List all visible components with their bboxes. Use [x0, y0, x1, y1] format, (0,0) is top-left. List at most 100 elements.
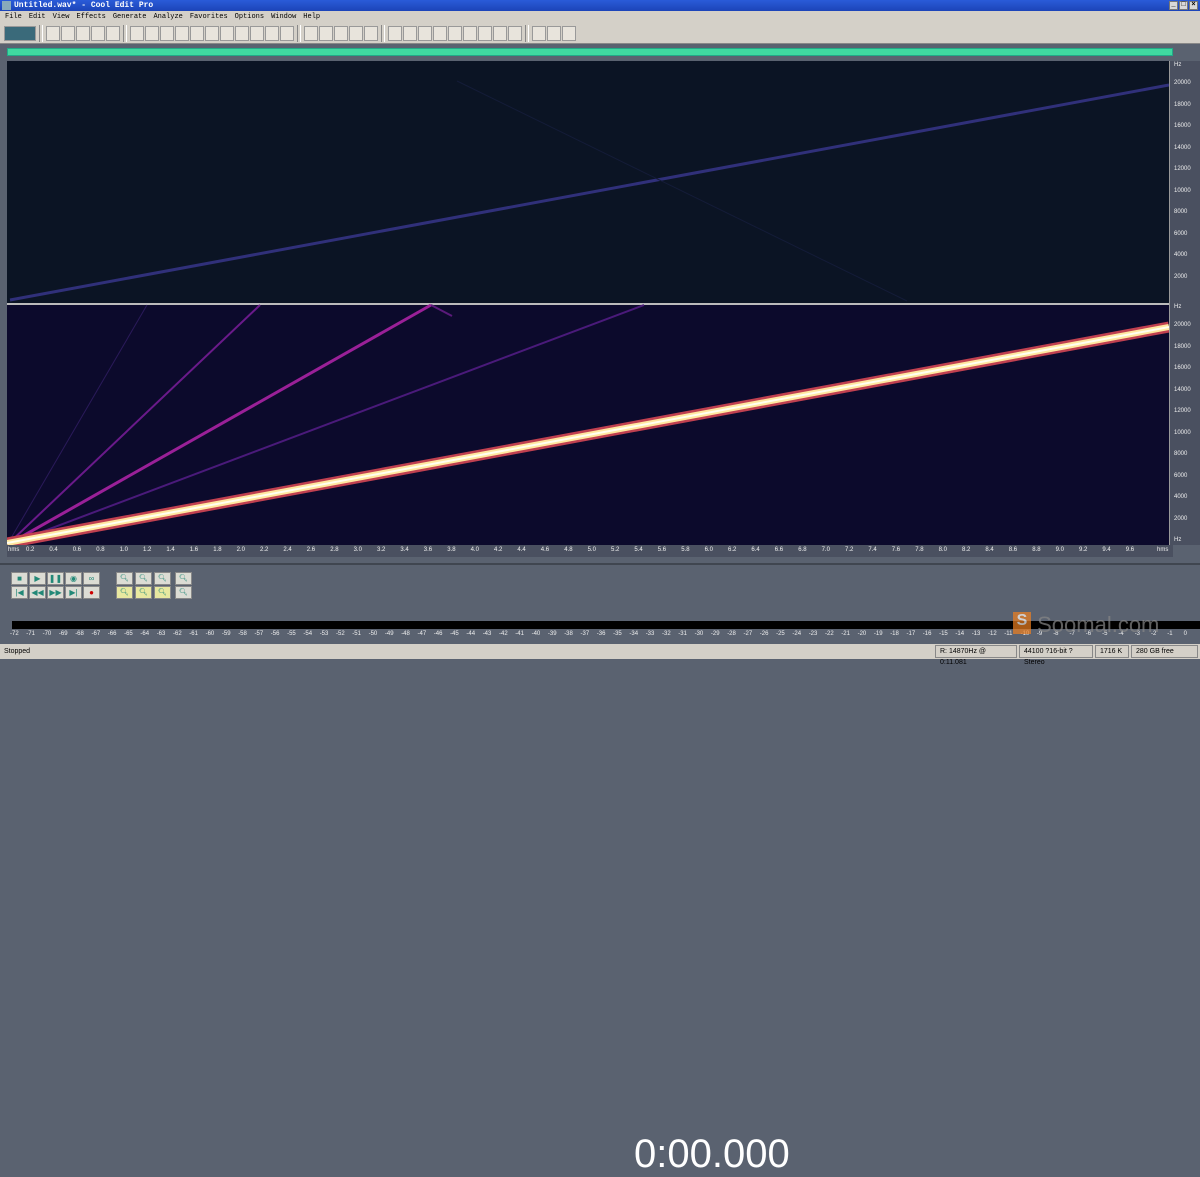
- time-ruler[interactable]: hms hms 0.2 0.4 0.6 0.8 1.0 1.2 1.4 1.6 1.8 2.0 2.2 2…: [7, 545, 1173, 557]
- play-from-cursor-button[interactable]: ◉: [65, 572, 82, 585]
- settings-icon[interactable]: [532, 25, 546, 41]
- meter-label: -68: [75, 631, 84, 637]
- repeat-icon[interactable]: [160, 25, 174, 41]
- menu-bar: File Edit View Effects Generate Analyze Favori…: [0, 11, 1200, 23]
- status-icon[interactable]: [508, 25, 522, 41]
- time-label: 6.2: [728, 547, 737, 553]
- zoom-full-button[interactable]: 🔍︎: [154, 572, 171, 585]
- marker-icon[interactable]: [319, 25, 333, 41]
- frequency-label: 6000: [1174, 472, 1188, 479]
- play-list-icon[interactable]: [364, 25, 378, 41]
- redo-icon[interactable]: [145, 25, 159, 41]
- fast-forward-button[interactable]: ▶▶: [47, 586, 64, 599]
- zoom-out-button[interactable]: 🔍︎: [135, 572, 152, 585]
- menu-help[interactable]: Help: [303, 11, 320, 23]
- stop-button[interactable]: ■: [11, 572, 28, 585]
- copy-icon[interactable]: [175, 25, 189, 41]
- zoom-in-right-button[interactable]: 🔍︎: [135, 586, 152, 599]
- menu-analyze[interactable]: Analyze: [153, 11, 182, 23]
- meter-label: -66: [107, 631, 117, 637]
- frequency-label: 18000: [1174, 343, 1191, 350]
- time-display-icon[interactable]: [478, 25, 492, 41]
- menu-options[interactable]: Options: [235, 11, 264, 23]
- app-icon: [2, 1, 11, 10]
- undo-icon[interactable]: [130, 25, 144, 41]
- trim-icon[interactable]: [265, 25, 279, 41]
- go-end-button[interactable]: ▶|: [65, 586, 82, 599]
- info-icon[interactable]: [388, 25, 402, 41]
- meter-label: -35: [613, 631, 622, 637]
- go-start-button[interactable]: |◀: [11, 586, 28, 599]
- loop-button[interactable]: ∞: [83, 572, 100, 585]
- channel-divider[interactable]: [7, 303, 1169, 305]
- time-label: 0.2: [26, 547, 35, 553]
- zoom-vertical-out-button[interactable]: 🔍︎: [175, 586, 192, 599]
- meter-label: -46: [433, 631, 443, 637]
- copy-new-icon[interactable]: [190, 25, 204, 41]
- meter-label: -11: [1004, 631, 1013, 637]
- record-button[interactable]: ●: [83, 586, 100, 599]
- meter-label: -34: [629, 631, 639, 637]
- spectral-view[interactable]: [7, 61, 1169, 545]
- menu-generate[interactable]: Generate: [113, 11, 147, 23]
- menu-view[interactable]: View: [53, 11, 70, 23]
- zoom-vertical-in-button[interactable]: 🔍︎: [175, 572, 192, 585]
- play-cursor-icon[interactable]: [433, 25, 447, 41]
- minimize-button[interactable]: _: [1169, 1, 1178, 10]
- transport-icon[interactable]: [493, 25, 507, 41]
- time-window-icon[interactable]: [349, 25, 363, 41]
- meter-label: -49: [384, 631, 394, 637]
- menu-file[interactable]: File: [5, 11, 22, 23]
- time-label: 2.2: [260, 547, 269, 553]
- level-bar-icon[interactable]: [463, 25, 477, 41]
- cut-icon[interactable]: [205, 25, 219, 41]
- frequency-analysis-icon[interactable]: [403, 25, 417, 41]
- mix-paste-icon[interactable]: [250, 25, 264, 41]
- status-state: Stopped: [4, 648, 31, 655]
- close-icon[interactable]: [106, 25, 120, 41]
- time-label: 6.6: [774, 547, 784, 553]
- meter-label: -54: [303, 631, 313, 637]
- maximize-button[interactable]: □: [1179, 1, 1188, 10]
- new-icon[interactable]: [46, 25, 60, 41]
- cue-icon[interactable]: [334, 25, 348, 41]
- menu-favorites[interactable]: Favorites: [190, 11, 228, 23]
- menu-effects[interactable]: Effects: [76, 11, 105, 23]
- meter-label: -1: [1167, 631, 1173, 637]
- save-icon[interactable]: [76, 25, 90, 41]
- meter-label: -52: [336, 631, 345, 637]
- meter-label: -20: [857, 631, 867, 637]
- play-button[interactable]: ▶: [29, 572, 46, 585]
- time-label: 7.2: [845, 547, 854, 553]
- time-label: 9.4: [1102, 547, 1111, 553]
- zoom-icon[interactable]: [448, 25, 462, 41]
- paste-icon[interactable]: [220, 25, 234, 41]
- phase-icon[interactable]: [418, 25, 432, 41]
- menu-edit[interactable]: Edit: [29, 11, 46, 23]
- time-label: 2.8: [330, 547, 339, 553]
- zoom-selection-button[interactable]: 🔍︎: [154, 586, 171, 599]
- meter-label: -30: [694, 631, 704, 637]
- zoom-in-button[interactable]: 🔍︎: [116, 572, 133, 585]
- meter-label: -12: [988, 631, 997, 637]
- effect-icon[interactable]: [547, 25, 561, 41]
- pause-button[interactable]: ❚❚: [47, 572, 64, 585]
- time-label: 1.2: [143, 547, 152, 553]
- meter-label: -24: [792, 631, 802, 637]
- open-icon[interactable]: [61, 25, 75, 41]
- spectral-view-icon[interactable]: [304, 25, 318, 41]
- help-icon[interactable]: [562, 25, 576, 41]
- menu-window[interactable]: Window: [271, 11, 296, 23]
- paste-new-icon[interactable]: [235, 25, 249, 41]
- zoom-in-left-button[interactable]: 🔍︎: [116, 586, 133, 599]
- meter-label: -18: [890, 631, 899, 637]
- meter-label: -15: [939, 631, 948, 637]
- save-as-icon[interactable]: [91, 25, 105, 41]
- close-button[interactable]: ×: [1189, 1, 1198, 10]
- overview-bar[interactable]: [7, 48, 1173, 56]
- meter-label: -14: [955, 631, 965, 637]
- rewind-button[interactable]: ◀◀: [29, 586, 46, 599]
- waveform-spectral-toggle-icon[interactable]: [4, 25, 36, 41]
- snap-icon[interactable]: [280, 25, 294, 41]
- time-label: 7.0: [821, 547, 830, 553]
